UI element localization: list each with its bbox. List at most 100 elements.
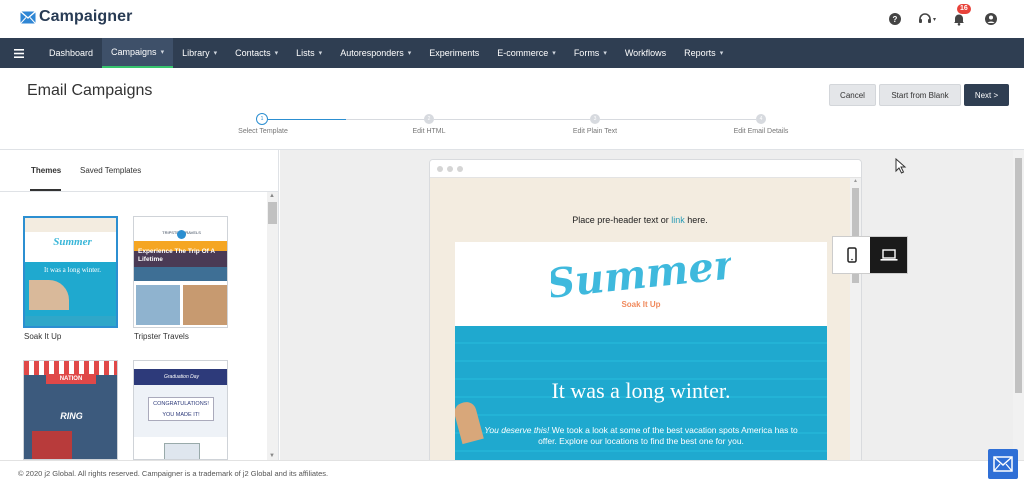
- nav-reports[interactable]: Reports ▾: [675, 38, 732, 68]
- preheader-text: Place pre-header text or link here.: [430, 215, 850, 225]
- thumb-footer-strip: [25, 316, 116, 326]
- nav-label: Campaigns: [111, 47, 157, 57]
- step-1-dot[interactable]: 1: [256, 113, 268, 125]
- progress-stepper: 1 Select Template 2 Edit HTML 3 Edit Pla…: [0, 112, 1024, 142]
- template-nation[interactable]: NATION RING: [23, 360, 118, 460]
- thumb-title: Summer: [53, 236, 92, 248]
- nav-dashboard[interactable]: Dashboard: [40, 38, 102, 68]
- svg-text:?: ?: [893, 15, 898, 24]
- hero-body: You deserve this! We took a look at some…: [475, 425, 807, 447]
- step-connector: [346, 119, 428, 120]
- cancel-button[interactable]: Cancel: [829, 84, 876, 106]
- thumb-venice-image: [183, 285, 227, 325]
- app-logo[interactable]: Campaigner: [20, 8, 132, 26]
- envelope-logo-icon: [20, 10, 36, 24]
- nav-label: Lists: [296, 48, 315, 58]
- hamburger-menu-icon[interactable]: [14, 38, 40, 68]
- hero-body-text: We took a look at some of the best vacat…: [538, 425, 798, 446]
- user-account-icon[interactable]: [982, 10, 1000, 28]
- template-label: Soak It Up: [24, 332, 62, 341]
- browser-title-bar: [430, 160, 861, 178]
- thumb-hero-text: Experience The Trip Of A Lifetime: [138, 248, 215, 263]
- nav-label: Dashboard: [49, 48, 94, 58]
- preheader-before: Place pre-header text or: [572, 215, 672, 225]
- chevron-down-icon: ▾: [318, 50, 323, 57]
- preheader-link[interactable]: link: [671, 215, 685, 225]
- nav-library[interactable]: Library ▾: [173, 38, 226, 68]
- active-tab-indicator: [30, 189, 61, 191]
- thumb-cruise-image: [136, 285, 180, 325]
- step-2-dot[interactable]: 2: [424, 114, 434, 124]
- thumb-city: [134, 267, 227, 281]
- nav-label: E-commerce: [497, 48, 549, 58]
- browser-preview-frame: Place pre-header text or link here. Summ…: [429, 159, 862, 460]
- preheader-after: here.: [684, 215, 708, 225]
- nav-experiments[interactable]: Experiments: [420, 38, 488, 68]
- mouse-cursor-icon: [895, 158, 907, 174]
- template-label: Tripster Travels: [134, 332, 189, 341]
- email-background: Place pre-header text or link here. Summ…: [430, 178, 850, 460]
- support-chat-button[interactable]: [988, 449, 1018, 479]
- scroll-up-icon[interactable]: ▲: [269, 193, 275, 199]
- template-tripster-travels[interactable]: TRIPSTER TRAVELS Experience The Trip Of …: [133, 216, 228, 328]
- nav-autoresponders[interactable]: Autoresponders ▾: [331, 38, 420, 68]
- thumb-top: [134, 217, 227, 225]
- thumb-hero-text: CONGRATULATIONS! YOU MADE IT!: [148, 397, 214, 421]
- start-from-blank-button[interactable]: Start from Blank: [879, 84, 961, 106]
- preview-inner-scrollbar[interactable]: ▲: [850, 178, 861, 460]
- app-name: Campaigner: [39, 8, 133, 25]
- desktop-view-button[interactable]: [870, 237, 907, 273]
- tab-saved-templates[interactable]: Saved Templates: [80, 166, 141, 175]
- step-3-label: Edit Plain Text: [572, 128, 618, 135]
- nav-label: Workflows: [624, 48, 667, 58]
- template-soak-it-up[interactable]: Summer It was a long winter.: [23, 216, 118, 328]
- nav-contacts[interactable]: Contacts ▾: [226, 38, 287, 68]
- nav-campaigns[interactable]: Campaigns ▾: [102, 38, 174, 68]
- help-icon[interactable]: ?: [886, 10, 904, 28]
- summer-logo: Summer: [455, 242, 827, 308]
- chevron-down-icon: ▾: [603, 50, 607, 57]
- chevron-down-icon: ▾: [274, 50, 279, 57]
- scrollbar-thumb[interactable]: [268, 202, 277, 224]
- nav-forms[interactable]: Forms ▾: [565, 38, 616, 68]
- scroll-down-icon[interactable]: ▼: [269, 453, 275, 459]
- next-button[interactable]: Next >: [964, 84, 1009, 106]
- plane-icon: [177, 230, 186, 239]
- envelope-icon: [993, 456, 1013, 472]
- template-list-scrollbar[interactable]: ▲ ▼: [267, 192, 278, 460]
- thumb-stripes: [24, 361, 117, 375]
- nav-label: Reports: [684, 48, 716, 58]
- template-graduation[interactable]: Graduation Day CONGRATULATIONS! YOU MADE…: [133, 360, 228, 460]
- nav-label: Experiments: [429, 48, 480, 58]
- thumb-hero-text: NATION: [46, 374, 96, 384]
- desktop-icon: [880, 248, 897, 261]
- headset-icon[interactable]: ▾: [918, 10, 936, 28]
- thumb-hero-text: It was a long winter.: [44, 266, 101, 274]
- step-3-dot[interactable]: 3: [590, 114, 600, 124]
- hero-body-emphasis: You deserve this!: [484, 425, 550, 435]
- preview-scrollbar[interactable]: [1013, 150, 1024, 460]
- nav-workflows[interactable]: Workflows: [616, 38, 675, 68]
- template-panel: Themes Saved Templates Summer It was a l…: [0, 150, 279, 460]
- thumb-brand: Graduation Day: [134, 369, 227, 385]
- thumb-figure: [32, 431, 72, 459]
- step-1-label: Select Template: [238, 128, 288, 135]
- scrollbar-thumb[interactable]: [1015, 158, 1022, 393]
- main-nav: Dashboard Campaigns ▾ Library ▾ Contacts ▾ …: [0, 38, 1024, 68]
- thumb-image: [164, 443, 200, 459]
- nav-label: Autoresponders: [340, 48, 404, 58]
- notification-count-badge: 16: [957, 4, 971, 14]
- nav-ecommerce[interactable]: E-commerce ▾: [488, 38, 565, 68]
- tab-themes[interactable]: Themes: [31, 166, 61, 175]
- mobile-icon: [846, 247, 857, 263]
- nav-lists[interactable]: Lists ▾: [287, 38, 331, 68]
- step-connector: [600, 119, 756, 120]
- step-4-label: Edit Email Details: [733, 128, 789, 135]
- device-toggle: [832, 236, 908, 274]
- scroll-up-icon[interactable]: ▲: [853, 178, 858, 184]
- step-4-dot[interactable]: 4: [756, 114, 766, 124]
- chevron-down-icon: ▾: [160, 49, 165, 56]
- notifications-bell-icon[interactable]: 16: [950, 4, 971, 28]
- mobile-view-button[interactable]: [833, 237, 870, 273]
- chevron-down-icon: ▾: [719, 50, 724, 57]
